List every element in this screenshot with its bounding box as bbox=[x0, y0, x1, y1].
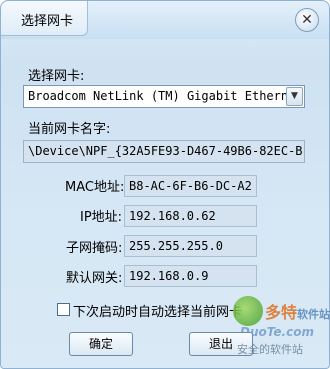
watermark-brand-name: 多特 bbox=[265, 303, 298, 322]
watermark-logo-icon bbox=[233, 296, 263, 326]
ok-button[interactable]: 确定 bbox=[69, 332, 133, 356]
watermark-brand-suffix: 软件站 bbox=[297, 308, 330, 321]
mask-field: 255.255.255.0 bbox=[124, 235, 257, 257]
autoselect-checkbox[interactable] bbox=[57, 303, 70, 316]
watermark-brand: 多特软件站 bbox=[265, 299, 330, 323]
adapter-label: 选择网卡: bbox=[28, 69, 85, 84]
mask-label: 子网掩码: bbox=[66, 241, 123, 256]
current-adapter-path-field: \Device\NPF_{32A5FE93-D467-49B6-82EC-BE bbox=[23, 140, 305, 163]
ip-value: 192.168.0.62 bbox=[129, 209, 216, 223]
chevron-down-icon[interactable]: ▼ bbox=[286, 87, 303, 106]
mask-value: 255.255.255.0 bbox=[129, 239, 223, 253]
adapter-select[interactable]: Broadcom NetLink (TM) Gigabit Etherne ▼ bbox=[23, 85, 305, 108]
current-adapter-label: 当前网卡名字: bbox=[28, 122, 111, 137]
gateway-value: 192.168.0.9 bbox=[129, 269, 209, 283]
title-bar[interactable]: 选择网卡 ✕ bbox=[1, 1, 329, 39]
dialog-window: 选择网卡 ✕ 选择网卡: Broadcom NetLink (TM) Gigab… bbox=[0, 0, 330, 369]
mac-label: MAC地址: bbox=[65, 180, 125, 195]
adapter-select-value: Broadcom NetLink (TM) Gigabit Etherne bbox=[28, 89, 286, 103]
current-adapter-path: \Device\NPF_{32A5FE93-D467-49B6-82EC-BE bbox=[28, 144, 302, 158]
ip-label: IP地址: bbox=[80, 210, 123, 225]
close-button[interactable]: ✕ bbox=[295, 8, 319, 32]
gateway-field: 192.168.0.9 bbox=[124, 265, 257, 287]
watermark-slogan: 安全的软件站 bbox=[237, 343, 303, 356]
close-icon: ✕ bbox=[301, 12, 313, 28]
gateway-label: 默认网关: bbox=[66, 271, 123, 286]
ip-field: 192.168.0.62 bbox=[124, 205, 257, 227]
window-title: 选择网卡 bbox=[21, 14, 74, 29]
mac-field: B8-AC-6F-B6-DC-A2 bbox=[124, 175, 257, 197]
mac-value: B8-AC-6F-B6-DC-A2 bbox=[129, 179, 252, 193]
autoselect-label[interactable]: 下次启动时自动选择当前网卡 bbox=[73, 301, 242, 320]
